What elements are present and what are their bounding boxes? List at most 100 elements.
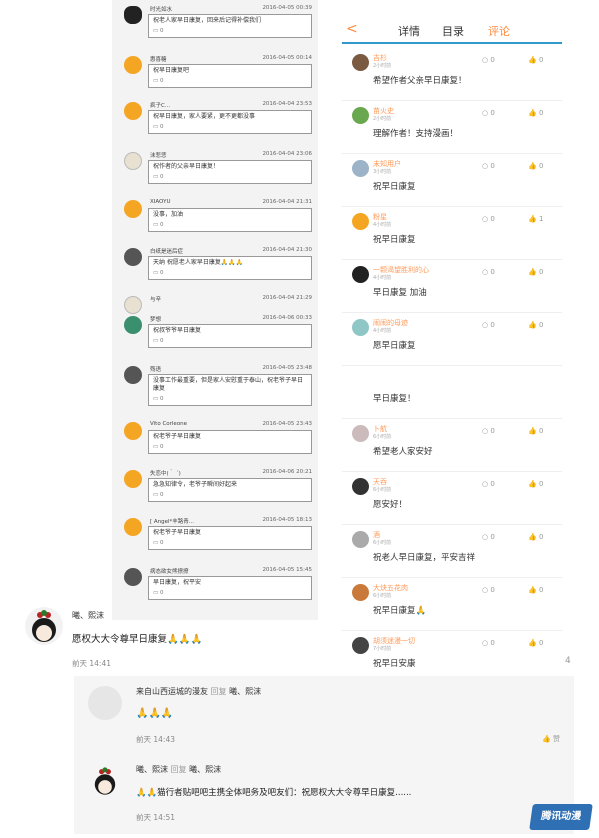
avatar[interactable] <box>352 319 369 336</box>
comment-icon: ▭ <box>153 174 160 180</box>
avatar[interactable] <box>352 160 369 177</box>
comment-text: 早日康复 加油 <box>373 288 427 298</box>
comment-icon: ○ <box>482 56 489 64</box>
avatar[interactable] <box>352 478 369 495</box>
reply-button[interactable]: ○ 0 <box>482 268 495 276</box>
avatar[interactable] <box>124 366 142 384</box>
avatar[interactable] <box>352 266 369 283</box>
avatar[interactable] <box>124 200 142 218</box>
like-button[interactable]: 👍 0 <box>528 480 543 488</box>
thumb-up-icon: 👍 <box>528 321 537 329</box>
thumb-up-icon: 👍 <box>528 56 537 64</box>
list-item: 苗火史 2小时前 理解作者！支持漫画！ ○ 0 👍 0 <box>342 101 562 154</box>
avatar[interactable] <box>24 606 64 646</box>
like-button[interactable]: 👍 0 <box>528 586 543 594</box>
comment-text: 早日康复！ <box>373 394 416 404</box>
reply-button[interactable]: ○ 0 <box>482 586 495 594</box>
avatar[interactable] <box>124 102 142 120</box>
comment-time: 2016-04-04 21:30 <box>262 247 312 253</box>
reply-block: 来自山西运城的漫友 回复 曦、熙沫 🙏🙏🙏 前天 14:43 👍 赞 曦、熙沫 … <box>74 676 574 834</box>
reply-button[interactable]: ○ 0 <box>482 533 495 541</box>
comment-icon: ▭ <box>153 444 160 450</box>
reply-button[interactable]: ○ 0 <box>482 321 495 329</box>
reply1-like-button[interactable]: 👍 赞 <box>542 734 560 744</box>
reply2-name[interactable]: 曦、熙沫 <box>136 765 168 774</box>
comment-author[interactable]: 梦想 <box>150 315 161 323</box>
comment-time: 2016-04-05 15:45 <box>262 567 312 573</box>
reply1-target[interactable]: 曦、熙沫 <box>229 687 261 696</box>
reply-count: ▭ 0 <box>153 444 164 450</box>
thumb-up-icon: 👍 <box>528 586 537 594</box>
avatar[interactable] <box>124 422 142 440</box>
avatar[interactable] <box>352 637 369 654</box>
avatar[interactable] <box>352 584 369 601</box>
reply-button[interactable]: ○ 0 <box>482 215 495 223</box>
comment-time: 6小时前 <box>373 487 392 493</box>
comment-time: 2016-04-05 23:48 <box>262 365 312 371</box>
tab-comments[interactable]: 评论 <box>488 23 510 39</box>
comment-author[interactable]: [ Angel*丰路青... <box>150 517 194 525</box>
comment-author[interactable]: 疯子C... <box>150 101 170 109</box>
avatar[interactable] <box>352 54 369 71</box>
reply-button[interactable]: ○ 0 <box>482 639 495 647</box>
avatar[interactable] <box>352 531 369 548</box>
like-button[interactable]: 👍 0 <box>528 109 543 117</box>
like-button[interactable]: 👍 0 <box>528 321 543 329</box>
like-button[interactable]: 👍 0 <box>528 427 543 435</box>
avatar[interactable] <box>124 248 142 266</box>
comment-author[interactable]: 时光如水 <box>150 5 172 13</box>
thumb-up-icon: 👍 <box>528 480 537 488</box>
reply-button[interactable]: ○ 0 <box>482 480 495 488</box>
comment-author[interactable]: Vito Corleone <box>150 421 187 427</box>
avatar[interactable] <box>124 518 142 536</box>
comment-author[interactable]: 殇语 <box>150 365 161 373</box>
reply2-avatar[interactable] <box>88 764 122 798</box>
list-item: 白纸是迷后症 2016-04-04 21:30 天纳 祝愿老人家早日康复🙏🙏🙏 ▭ 0 <box>112 244 318 290</box>
avatar[interactable] <box>124 56 142 74</box>
avatar[interactable] <box>352 213 369 230</box>
reply-button[interactable]: ○ 0 <box>482 56 495 64</box>
like-button[interactable]: 👍 0 <box>528 268 543 276</box>
comment-text: 祝早日康复🙏 <box>373 606 427 616</box>
back-icon[interactable]: < <box>346 21 358 37</box>
reply-button[interactable]: ○ 0 <box>482 427 495 435</box>
avatar[interactable] <box>124 6 142 24</box>
comment-time: 2小时前 <box>373 63 392 69</box>
avatar[interactable] <box>124 152 142 170</box>
like-button[interactable]: 👍 1 <box>528 215 543 223</box>
comment-author[interactable]: XIAOYU <box>150 199 170 205</box>
list-item: 大炔五花肉 6小时前 祝早日康复🙏 ○ 0 👍 0 <box>342 578 562 631</box>
avatar[interactable] <box>124 568 142 586</box>
reply-count: ▭ 0 <box>153 590 164 596</box>
reply-button[interactable]: ○ 0 <box>482 162 495 170</box>
avatar[interactable] <box>352 425 369 442</box>
comment-text: 早日康复，祝平安 <box>153 579 202 586</box>
comment-author[interactable]: 与辛 <box>150 295 161 303</box>
tab-details[interactable]: 详情 <box>398 23 420 39</box>
avatar[interactable] <box>352 107 369 124</box>
reply2-target[interactable]: 曦、熙沫 <box>189 765 221 774</box>
list-item: 粉星 4小时前 祝早日康复 ○ 0 👍 1 <box>342 207 562 260</box>
reply-button[interactable]: ○ 0 <box>482 109 495 117</box>
avatar[interactable] <box>124 470 142 488</box>
comment-time: 7小时前 <box>373 646 392 652</box>
like-button[interactable]: 👍 0 <box>528 533 543 541</box>
comment-text: 祝早日康复，家人要紧，更不更都没事 <box>153 113 256 120</box>
comment-text: 急急知律令，老爷子瞬间好起来 <box>153 481 238 488</box>
like-button[interactable]: 👍 0 <box>528 639 543 647</box>
like-button[interactable]: 👍 0 <box>528 56 543 64</box>
tab-catalog[interactable]: 目录 <box>442 23 464 39</box>
list-item: 闹闹的母迹 4小时前 愿早日康复 ○ 0 👍 0 <box>342 313 562 366</box>
like-button[interactable]: 👍 0 <box>528 162 543 170</box>
comment-author[interactable]: 失恋中(｀ ´) <box>150 469 181 477</box>
list-item: 酒 6小时前 祝老人早日康复，平安吉祥 ○ 0 👍 0 <box>342 525 562 578</box>
comment-author[interactable]: 病态欲女熊撩撩 <box>150 567 189 575</box>
comment-author[interactable]: 惠喜糖 <box>150 55 167 63</box>
comment-author[interactable]: 沫悲悲 <box>150 151 167 159</box>
left-comment-panel: 时光如水 2016-04-05 00:39 祝老人家早日康复，回来后记得补偿我们 ▭ … <box>112 0 318 620</box>
comment-icon: ▭ <box>153 78 160 84</box>
default-avatar-icon[interactable] <box>88 686 122 720</box>
avatar[interactable] <box>124 316 142 334</box>
comment-author[interactable]: 曦、熙沫 <box>72 610 104 621</box>
comment-author[interactable]: 白纸是迷后症 <box>150 247 183 255</box>
